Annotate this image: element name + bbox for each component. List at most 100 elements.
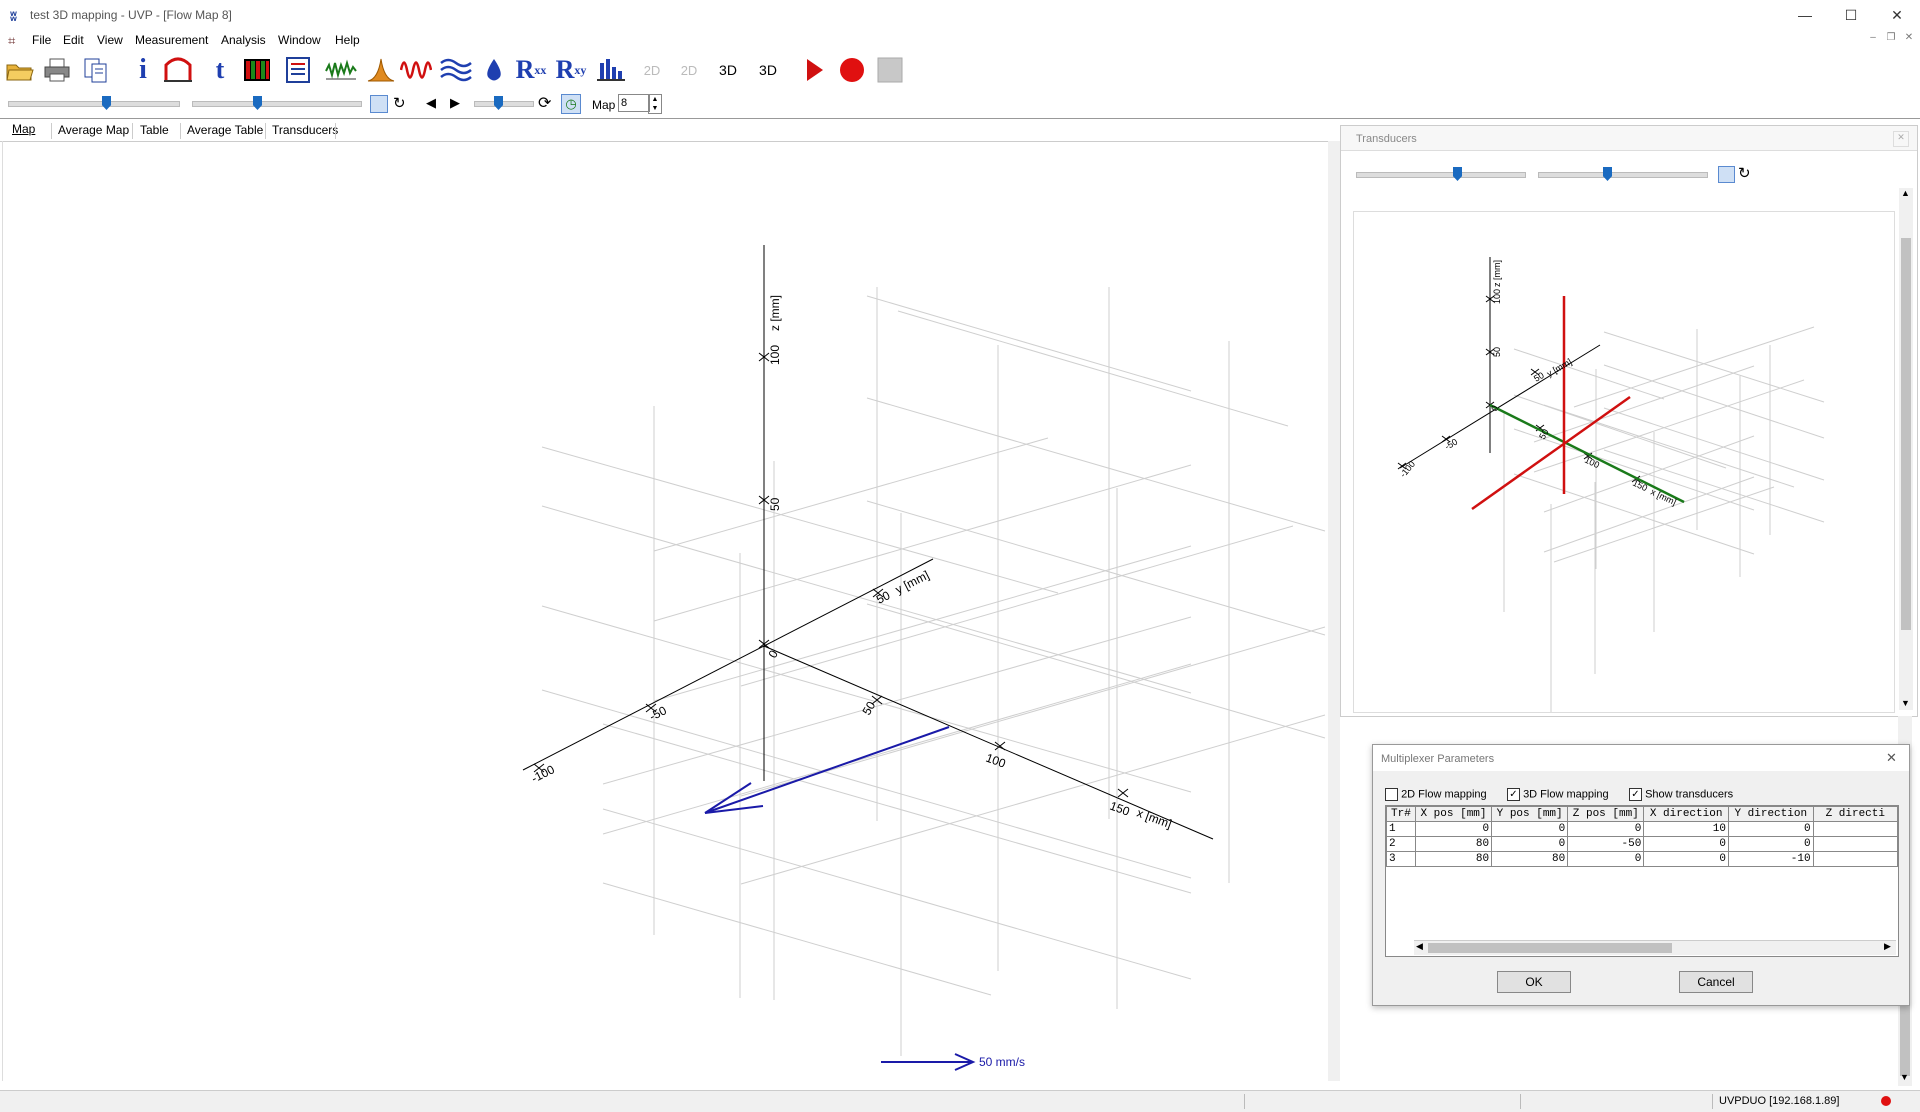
- transducers-slider-thumb-1[interactable]: [1453, 167, 1462, 181]
- cancel-button[interactable]: Cancel: [1679, 971, 1753, 993]
- column-header[interactable]: Z pos [mm]: [1567, 806, 1645, 822]
- table-cell[interactable]: 0: [1643, 836, 1729, 852]
- 3d-time-icon[interactable]: 3D: [752, 54, 784, 86]
- transducers-scroll-thumb[interactable]: [1901, 238, 1911, 630]
- menu-measurement[interactable]: Measurement: [135, 33, 208, 47]
- column-header[interactable]: Y direction: [1727, 806, 1814, 822]
- table-cell[interactable]: 3: [1386, 851, 1416, 867]
- table-row[interactable]: 2 80 0 -50 0 0: [1386, 836, 1898, 852]
- checkbox-3d-flow-mapping[interactable]: ✓: [1507, 788, 1520, 801]
- play-icon[interactable]: [798, 54, 830, 86]
- histogram-peak-icon[interactable]: [365, 54, 397, 86]
- slider-thumb-1[interactable]: [102, 96, 111, 110]
- frame-toggle-icon[interactable]: [370, 95, 388, 113]
- column-header[interactable]: Z directi: [1812, 806, 1898, 822]
- table-cell[interactable]: 10: [1643, 821, 1729, 837]
- info-icon[interactable]: i: [127, 54, 159, 86]
- table-cell[interactable]: 80: [1414, 836, 1493, 852]
- table-cell[interactable]: 0: [1643, 851, 1729, 867]
- table-cell[interactable]: 0: [1567, 851, 1645, 867]
- flow-map-3d-view[interactable]: 100 z [mm] 50 0 50 y [mm] -100 -50 50 10…: [2, 141, 1341, 1081]
- option-3d-flow-mapping[interactable]: ✓ 3D Flow mapping: [1507, 788, 1609, 801]
- tab-map[interactable]: Map: [12, 122, 35, 136]
- table-cell[interactable]: [1812, 851, 1898, 867]
- table-cell[interactable]: 1: [1386, 821, 1416, 837]
- transducers-slider-track-1[interactable]: [1356, 172, 1526, 178]
- record-icon[interactable]: [836, 54, 868, 86]
- table-icon[interactable]: [282, 54, 314, 86]
- table-row[interactable]: 3 80 80 0 0 -10: [1386, 851, 1898, 867]
- waves-icon[interactable]: [440, 54, 472, 86]
- column-header[interactable]: X direction: [1643, 806, 1729, 822]
- time-axis-icon[interactable]: t: [204, 54, 236, 86]
- 3d-grid-icon[interactable]: 3D: [712, 54, 744, 86]
- rxy-correlation-icon[interactable]: Rxy: [555, 54, 587, 86]
- stop-icon[interactable]: [874, 54, 906, 86]
- copy-report-icon[interactable]: [80, 54, 112, 86]
- table-cell[interactable]: 2: [1386, 836, 1416, 852]
- slider-track-2[interactable]: [192, 101, 362, 107]
- table-cell[interactable]: 0: [1414, 821, 1493, 837]
- bar-histogram-icon[interactable]: [595, 54, 627, 86]
- clock-icon[interactable]: ◷: [561, 94, 581, 114]
- slider-track-3[interactable]: [474, 101, 534, 107]
- scroll-left-icon[interactable]: ◀: [1416, 941, 1423, 952]
- echo-signal-icon[interactable]: [325, 54, 357, 86]
- ok-button[interactable]: OK: [1497, 971, 1571, 993]
- minimize-button[interactable]: —: [1782, 0, 1828, 30]
- slider-thumb-2[interactable]: [253, 96, 262, 110]
- table-cell[interactable]: 0: [1727, 821, 1814, 837]
- tab-average-table[interactable]: Average Table: [187, 123, 263, 137]
- mdi-close-button[interactable]: ✕: [1898, 32, 1920, 46]
- table-scroll-thumb[interactable]: [1428, 943, 1672, 953]
- maximize-button[interactable]: ☐: [1828, 0, 1874, 30]
- open-folder-icon[interactable]: [4, 54, 36, 86]
- table-cell[interactable]: [1812, 836, 1898, 852]
- table-cell[interactable]: 0: [1491, 836, 1569, 852]
- color-map-icon[interactable]: [241, 54, 273, 86]
- profile-icon[interactable]: [162, 54, 194, 86]
- checkbox-show-transducers[interactable]: ✓: [1629, 788, 1642, 801]
- previous-icon[interactable]: ◀: [426, 95, 436, 111]
- scroll-right-icon[interactable]: ▶: [1884, 941, 1891, 952]
- column-header[interactable]: Tr#: [1386, 806, 1416, 822]
- transducers-rotate-icon[interactable]: ↻: [1738, 164, 1751, 182]
- multiplexer-close-icon[interactable]: ✕: [1886, 750, 1897, 766]
- transducers-slider-thumb-2[interactable]: [1603, 167, 1612, 181]
- option-2d-flow-mapping[interactable]: 2D Flow mapping: [1385, 788, 1487, 801]
- tab-average-map[interactable]: Average Map: [58, 123, 129, 137]
- menu-edit[interactable]: Edit: [63, 33, 84, 47]
- main-vertical-scrollbar[interactable]: [1328, 141, 1340, 1081]
- transducers-3d-view[interactable]: 100 z [mm] 50 0 50 y [mm] -50 -100 50 10…: [1353, 211, 1895, 713]
- close-button[interactable]: ✕: [1874, 0, 1920, 30]
- menu-window[interactable]: Window: [278, 33, 321, 47]
- slider-track-1[interactable]: [8, 101, 180, 107]
- printer-icon[interactable]: [41, 54, 73, 86]
- tab-table[interactable]: Table: [140, 123, 169, 137]
- rotate-icon[interactable]: ↻: [393, 94, 406, 112]
- transducers-frame-toggle-icon[interactable]: [1718, 166, 1735, 183]
- menu-analysis[interactable]: Analysis: [221, 33, 266, 47]
- option-show-transducers[interactable]: ✓ Show transducers: [1629, 788, 1733, 801]
- menu-help[interactable]: Help: [335, 33, 360, 47]
- table-cell[interactable]: [1812, 821, 1898, 837]
- table-horizontal-scrollbar[interactable]: ◀ ▶: [1414, 940, 1896, 955]
- table-cell[interactable]: 80: [1491, 851, 1569, 867]
- next-icon[interactable]: ▶: [450, 95, 460, 111]
- column-header[interactable]: X pos [mm]: [1414, 806, 1493, 822]
- table-cell[interactable]: 80: [1414, 851, 1493, 867]
- table-cell[interactable]: -10: [1727, 851, 1814, 867]
- flow-map-plot[interactable]: 100 z [mm] 50 0 50 y [mm] -100 -50 50 10…: [3, 141, 1341, 1081]
- refresh-icon[interactable]: ⟳: [538, 93, 551, 113]
- checkbox-2d-flow-mapping[interactable]: [1385, 788, 1398, 801]
- table-row[interactable]: 1 0 0 0 10 0: [1386, 821, 1898, 837]
- transducers-close-icon[interactable]: ✕: [1893, 131, 1909, 147]
- tab-transducers[interactable]: Transducers: [272, 123, 338, 137]
- main-scroll-down-icon[interactable]: ▼: [1900, 1072, 1909, 1082]
- transducers-scrollbar[interactable]: ▲ ▼: [1899, 188, 1913, 710]
- menu-view[interactable]: View: [97, 33, 123, 47]
- transducers-slider-track-2[interactable]: [1538, 172, 1708, 178]
- slider-thumb-3[interactable]: [494, 96, 503, 110]
- column-header[interactable]: Y pos [mm]: [1491, 806, 1569, 822]
- table-cell[interactable]: 0: [1567, 821, 1645, 837]
